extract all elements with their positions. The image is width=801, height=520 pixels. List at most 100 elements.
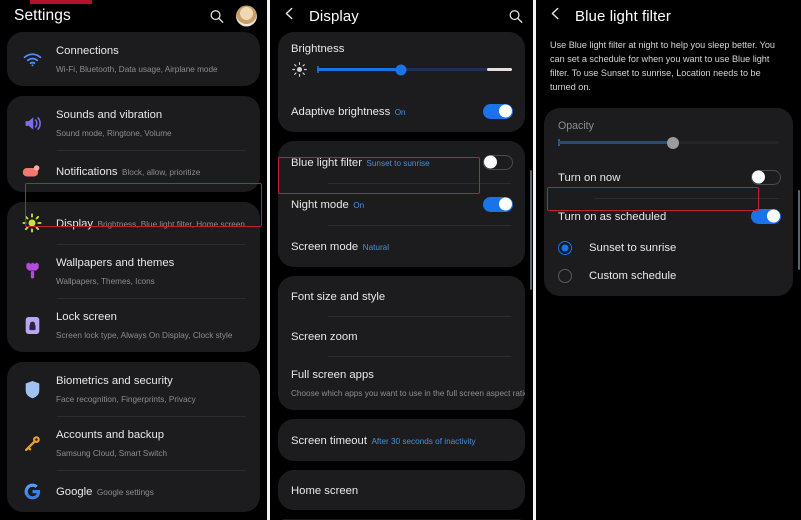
item-title: Adaptive brightness [291, 106, 391, 118]
item-subtitle: Wi-Fi, Bluetooth, Data usage, Airplane m… [56, 65, 218, 74]
screen-timeout-card: Screen timeout After 30 seconds of inact… [278, 419, 525, 461]
item-subtitle: Natural [362, 243, 390, 252]
settings-panel: Settings Connections Wi-Fi, Bluetooth, D… [0, 0, 267, 520]
back-chevron-icon[interactable] [270, 6, 307, 26]
brightness-slider-row [278, 57, 525, 90]
blue-light-filter-toggle[interactable] [483, 154, 513, 170]
item-subtitle: Sound mode, Ringtone, Volume [56, 129, 172, 138]
display-modes-card: Blue light filter Sunset to sunrise Nigh… [278, 141, 525, 267]
home-screen-card: Home screen [278, 470, 525, 510]
row-home-screen[interactable]: Home screen [278, 470, 525, 510]
settings-group: Display Brightness, Blue light filter, H… [7, 202, 260, 352]
turn-on-as-scheduled-toggle[interactable] [751, 208, 781, 224]
page-title: Display [309, 7, 359, 25]
row-turn-on-now[interactable]: Turn on now [544, 156, 793, 198]
item-subtitle: Screen lock type, Always On Display, Clo… [56, 331, 233, 340]
item-title: Notifications [56, 166, 118, 178]
brightness-sun-icon [291, 61, 308, 78]
back-chevron-icon[interactable] [536, 6, 573, 26]
search-icon[interactable] [508, 9, 523, 24]
item-subtitle: Brightness, Blue light filter, Home scre… [97, 220, 245, 229]
item-title: Display [56, 218, 94, 230]
brightness-slider[interactable] [317, 64, 512, 75]
top-red-marker [30, 0, 92, 4]
sidebar-item-display[interactable]: Display Brightness, Blue light filter, H… [7, 202, 260, 244]
blue-light-settings-card: Opacity Turn on now Turn on as scheduled [544, 108, 793, 296]
item-subtitle: After 30 seconds of inactivity [371, 437, 476, 446]
item-subtitle: Wallpapers, Themes, Icons [56, 277, 155, 286]
blue-light-scrollbar[interactable] [797, 190, 800, 270]
item-title: Night mode [291, 199, 349, 211]
notification-bell-icon [19, 164, 45, 179]
radio-sunset-to-sunrise[interactable]: Sunset to sunrise [544, 234, 793, 262]
radio-unselected-icon[interactable] [558, 269, 572, 283]
item-subtitle: Sunset to sunrise [366, 159, 430, 168]
item-title: Turn on now [558, 172, 621, 184]
wifi-icon [19, 52, 45, 67]
row-font-size-and-style[interactable]: Font size and style [278, 276, 525, 316]
turn-on-now-toggle[interactable] [751, 169, 781, 185]
item-title: Screen zoom [291, 331, 358, 343]
item-title: Screen mode [291, 241, 359, 253]
search-icon[interactable] [209, 9, 224, 24]
speaker-icon [19, 115, 45, 132]
item-subtitle: Samsung Cloud, Smart Switch [56, 449, 168, 458]
opacity-label: Opacity [558, 120, 594, 132]
item-subtitle: Google settings [96, 488, 154, 497]
item-title: Accounts and backup [56, 429, 165, 441]
settings-header: Settings [0, 0, 267, 32]
paint-brush-icon [19, 262, 45, 280]
sun-display-icon [19, 213, 45, 233]
night-mode-toggle[interactable] [483, 196, 513, 212]
row-blue-light-filter[interactable]: Blue light filter Sunset to sunrise [278, 141, 525, 183]
row-screen-zoom[interactable]: Screen zoom [278, 316, 525, 356]
display-header: Display [270, 0, 533, 32]
item-subtitle: On [394, 108, 406, 117]
item-title: Google [56, 486, 93, 498]
row-night-mode[interactable]: Night mode On [278, 183, 525, 225]
item-title: Wallpapers and themes [56, 257, 175, 269]
google-g-icon [19, 482, 45, 501]
radio-custom-schedule[interactable]: Custom schedule [544, 262, 793, 296]
display-layout-card: Font size and style Screen zoom Full scr… [278, 276, 525, 410]
row-adaptive-brightness[interactable]: Adaptive brightness On [278, 90, 525, 132]
settings-group: Connections Wi-Fi, Bluetooth, Data usage… [7, 32, 260, 86]
item-subtitle: On [353, 201, 365, 210]
item-title: Font size and style [291, 291, 386, 303]
avatar[interactable] [236, 5, 257, 27]
sidebar-item-biometrics-and-security[interactable]: Biometrics and security Face recognition… [7, 362, 260, 416]
sidebar-item-lock-screen[interactable]: Lock screen Screen lock type, Always On … [7, 298, 260, 352]
item-title: Screen timeout [291, 435, 367, 447]
item-title: Biometrics and security [56, 375, 173, 387]
row-turn-on-as-scheduled[interactable]: Turn on as scheduled [544, 198, 793, 234]
adaptive-brightness-toggle[interactable] [483, 103, 513, 119]
item-subtitle: Block, allow, prioritize [122, 168, 201, 177]
item-title: Full screen apps [291, 369, 374, 381]
three-panel-screenshot: Settings Connections Wi-Fi, Bluetooth, D… [0, 0, 801, 520]
description-text: Use Blue light filter at night to help y… [550, 40, 775, 92]
sidebar-item-sounds-and-vibration[interactable]: Sounds and vibration Sound mode, Rington… [7, 96, 260, 150]
lock-icon [19, 316, 45, 335]
opacity-slider-row [544, 132, 793, 156]
row-screen-mode[interactable]: Screen mode Natural [278, 225, 525, 267]
item-title: Home screen [291, 485, 359, 497]
row-screen-timeout[interactable]: Screen timeout After 30 seconds of inact… [278, 419, 525, 461]
sidebar-item-notifications[interactable]: Notifications Block, allow, prioritize [7, 150, 260, 192]
row-full-screen-apps[interactable]: Full screen apps Choose which apps you w… [278, 356, 525, 410]
blue-light-filter-panel: Blue light filter Use Blue light filter … [536, 0, 801, 520]
display-scrollbar[interactable] [529, 170, 532, 290]
sidebar-item-wallpapers-and-themes[interactable]: Wallpapers and themes Wallpapers, Themes… [7, 244, 260, 298]
blue-light-filter-header: Blue light filter [536, 0, 801, 32]
sidebar-item-accounts-and-backup[interactable]: Accounts and backup Samsung Cloud, Smart… [7, 416, 260, 470]
settings-group: Biometrics and security Face recognition… [7, 362, 260, 512]
item-subtitle: Face recognition, Fingerprints, Privacy [56, 395, 196, 404]
radio-selected-icon[interactable] [558, 241, 572, 255]
sidebar-item-connections[interactable]: Connections Wi-Fi, Bluetooth, Data usage… [7, 32, 260, 86]
opacity-slider[interactable] [558, 136, 779, 149]
radio-label: Custom schedule [589, 270, 677, 282]
page-title: Settings [14, 7, 71, 24]
item-title: Sounds and vibration [56, 109, 163, 121]
item-title: Lock screen [56, 311, 117, 323]
sidebar-item-google[interactable]: Google Google settings [7, 470, 260, 512]
shield-icon [19, 380, 45, 399]
